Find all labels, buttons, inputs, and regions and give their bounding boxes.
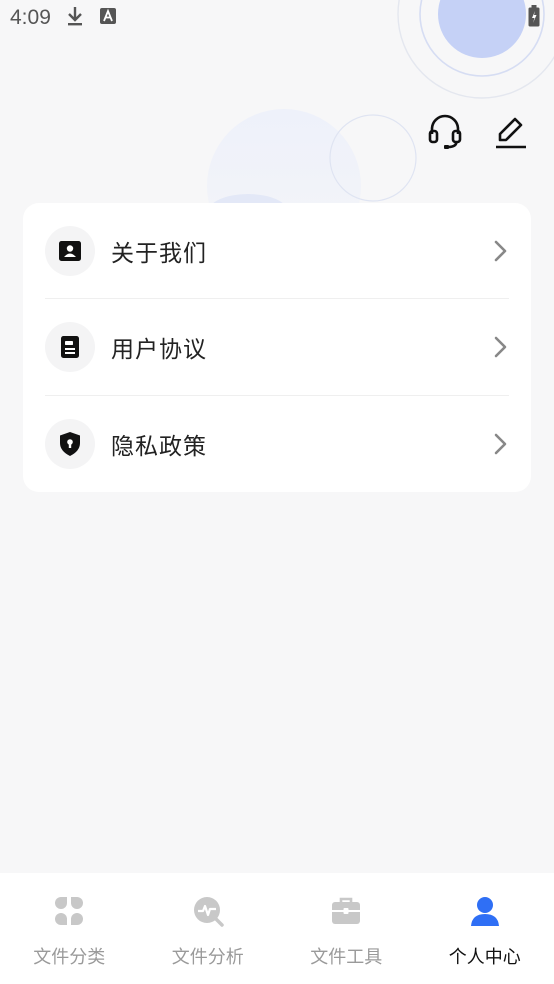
menu-item-label: 关于我们 (111, 240, 207, 267)
customer-service-button[interactable] (426, 114, 464, 154)
menu-item-label: 隐私政策 (111, 433, 207, 460)
tab-file-category[interactable]: 文件分类 (0, 873, 139, 984)
status-bar: 4:09 (0, 0, 554, 36)
text-a-icon (99, 6, 117, 30)
status-time: 4:09 (10, 6, 51, 29)
menu-item-privacy-policy[interactable]: 隐私政策 (45, 396, 509, 492)
edit-pen-icon (494, 114, 528, 154)
headset-icon (428, 114, 462, 154)
wifi-icon (472, 5, 496, 31)
tab-label: 文件分析 (171, 947, 244, 968)
menu-item-user-agreement[interactable]: 用户协议 (45, 299, 509, 396)
toolbox-icon (328, 893, 364, 929)
menu-item-about-us[interactable]: 关于我们 (45, 203, 509, 300)
tab-label: 文件分类 (33, 947, 106, 968)
tab-file-analysis[interactable]: 文件分析 (139, 873, 278, 984)
tab-file-tools[interactable]: 文件工具 (277, 873, 416, 984)
settings-menu-card: 关于我们 用户协议 隐私政策 (23, 203, 531, 492)
download-icon (65, 5, 85, 32)
tab-personal-center[interactable]: 个人中心 (416, 873, 554, 984)
edit-button[interactable] (492, 114, 530, 154)
shield-icon (45, 418, 95, 469)
analysis-icon (190, 893, 226, 929)
tab-label: 文件工具 (310, 947, 383, 968)
bottom-tab-bar: 文件分类 文件分析 文件工具 个人中心 (0, 873, 554, 984)
tab-label: 个人中心 (448, 947, 521, 968)
chevron-right-icon (494, 240, 507, 261)
chevron-right-icon (494, 336, 507, 358)
contact-card-icon (45, 225, 95, 276)
menu-item-label: 用户协议 (111, 336, 207, 363)
user-icon (467, 893, 503, 929)
signal-icon (502, 6, 522, 31)
category-icon (51, 893, 87, 929)
header-actions (426, 114, 530, 154)
chevron-right-icon (494, 433, 507, 455)
document-icon (45, 321, 95, 372)
battery-icon (528, 4, 540, 32)
